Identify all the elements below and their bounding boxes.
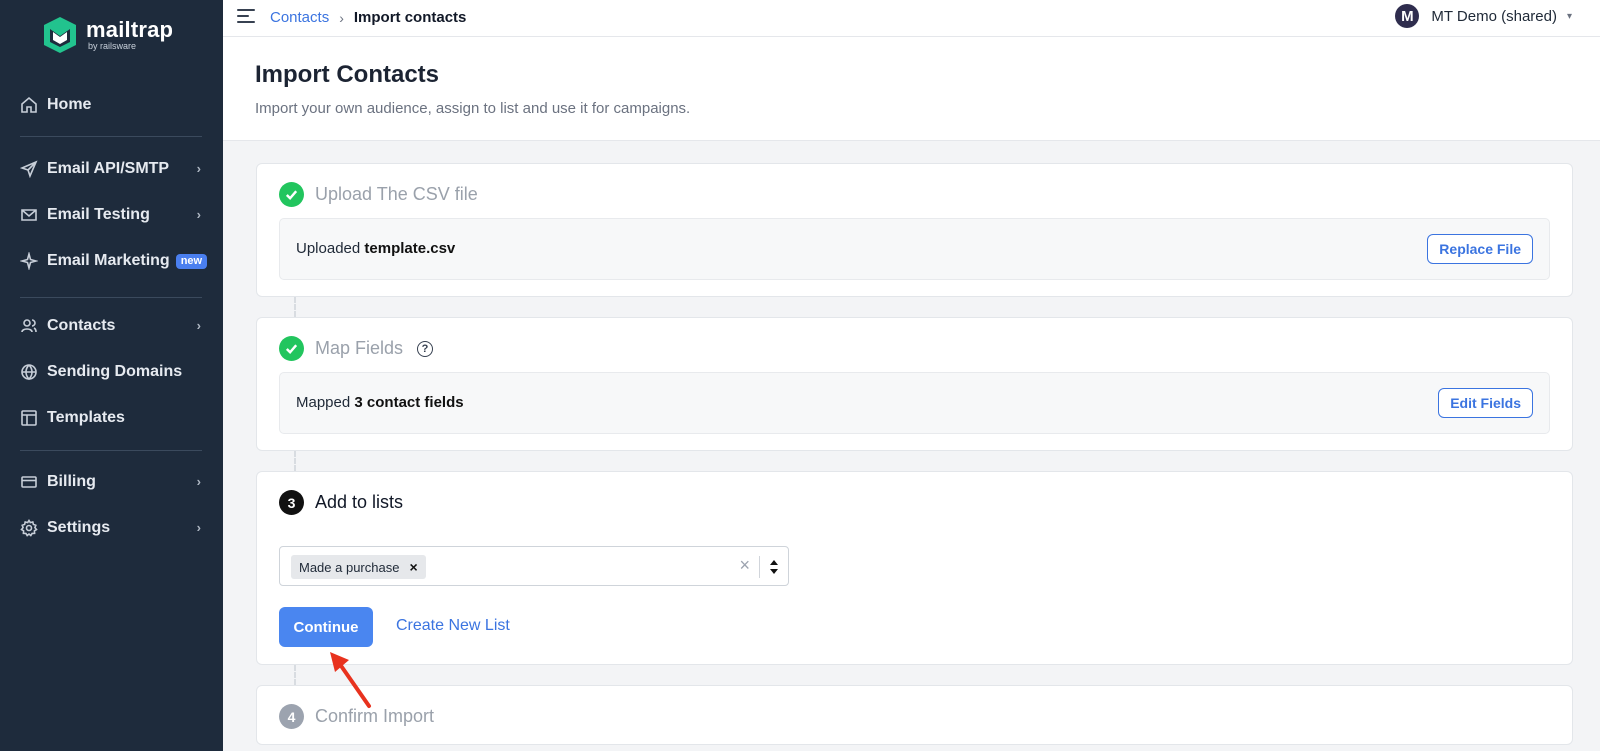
sidebar-item-billing[interactable]: Billing ›: [0, 464, 223, 500]
mail-check-icon: [20, 206, 38, 224]
lists-multiselect[interactable]: Made a purchase × ×: [279, 546, 789, 586]
continue-button[interactable]: Continue: [279, 607, 373, 647]
step-connector: [294, 297, 296, 317]
step-upload-header: Upload The CSV file: [279, 182, 478, 207]
chevron-right-icon: ›: [196, 207, 201, 222]
top-bar: Contacts › Import contacts M MT Demo (sh…: [223, 0, 1600, 37]
step-map-card: Map Fields ? Mapped 3 contact fields Edi…: [256, 317, 1573, 451]
sidebar-item-contacts[interactable]: Contacts ›: [0, 308, 223, 344]
create-new-list-link[interactable]: Create New List: [396, 617, 510, 635]
step-map-header: Map Fields ?: [279, 336, 434, 361]
sidebar-item-label: Templates: [47, 409, 125, 426]
sidebar-item-label: Settings: [47, 519, 111, 536]
step-upload-title: Upload The CSV file: [315, 184, 478, 204]
step-number-badge: 4: [279, 704, 304, 729]
breadcrumb-separator: ›: [339, 9, 344, 26]
sidebar-item-settings[interactable]: Settings ›: [0, 510, 223, 546]
sidebar-item-label: Email API/SMTP: [47, 160, 170, 177]
uploaded-file-name: template.csv: [364, 240, 456, 257]
edit-fields-button[interactable]: Edit Fields: [1438, 388, 1533, 418]
upload-status-box: Uploaded template.csv Replace File: [279, 218, 1550, 280]
step-confirm-card: 4 Confirm Import: [256, 685, 1573, 745]
step-connector: [294, 451, 296, 471]
replace-file-button[interactable]: Replace File: [1427, 234, 1533, 264]
mapped-fields-count: 3 contact fields: [354, 394, 464, 411]
sidebar-item-label: Email Testing: [47, 206, 150, 223]
sparkle-icon: [20, 252, 38, 270]
menu-icon[interactable]: [237, 9, 255, 23]
sidebar-item-label: Billing: [47, 473, 96, 490]
nav-divider: [20, 450, 202, 451]
account-name: MT Demo (shared): [1431, 7, 1557, 25]
step-lists-title: Add to lists: [315, 492, 404, 512]
check-circle-icon: [279, 182, 304, 207]
step-connector: [294, 665, 296, 685]
breadcrumb-current: Import contacts: [353, 9, 467, 26]
logo-mark-icon: [44, 17, 76, 53]
annotation-arrow-icon: [330, 652, 371, 708]
sidebar-item-email-testing[interactable]: Email Testing ›: [0, 197, 223, 233]
account-switcher[interactable]: M MT Demo (shared) ▾: [1395, 4, 1572, 28]
page-title: Import Contacts: [255, 61, 440, 88]
breadcrumb-contacts-link[interactable]: Contacts: [270, 9, 329, 26]
home-icon: [20, 96, 38, 114]
sidebar-item-home[interactable]: Home: [0, 87, 223, 123]
gear-icon: [20, 519, 38, 537]
sidebar-item-label: Home: [47, 96, 92, 113]
page-header: Import Contacts Import your own audience…: [223, 37, 1600, 141]
map-status-box: Mapped 3 contact fields Edit Fields: [279, 372, 1550, 434]
sidebar-item-label: Contacts: [47, 317, 116, 334]
sidebar-item-label: Sending Domains: [47, 363, 183, 380]
select-divider: [759, 556, 760, 578]
mailtrap-logo[interactable]: mailtrap by railsware: [42, 16, 173, 54]
sidebar-item-email-marketing[interactable]: Email Marketing new: [0, 243, 223, 279]
page-subtitle: Import your own audience, assign to list…: [255, 100, 691, 117]
chevron-right-icon: ›: [196, 474, 201, 489]
chevron-down-icon: ▾: [1566, 10, 1572, 22]
card-icon: [20, 473, 38, 491]
selected-list-chip: Made a purchase ×: [291, 555, 426, 579]
chip-label: Made a purchase: [299, 559, 400, 575]
chip-remove-icon[interactable]: ×: [409, 559, 417, 575]
step-lists-card: 3 Add to lists Made a purchase × × Conti…: [256, 471, 1573, 665]
map-status-text: Mapped 3 contact fields: [296, 394, 464, 411]
sidebar-item-email-api[interactable]: Email API/SMTP ›: [0, 151, 223, 187]
map-status-prefix: Mapped: [296, 394, 351, 411]
new-badge: new: [175, 253, 208, 269]
logo-sub: by railsware: [88, 41, 137, 51]
avatar: M: [1395, 4, 1420, 28]
send-icon: [20, 160, 38, 178]
sidebar-item-templates[interactable]: Templates: [0, 400, 223, 436]
sidebar-item-sending-domains[interactable]: Sending Domains: [0, 354, 223, 390]
nav-divider: [20, 136, 202, 137]
chevron-right-icon: ›: [196, 520, 201, 535]
sidebar-item-label: Email Marketing: [47, 252, 170, 269]
upload-status-text: Uploaded template.csv: [296, 240, 455, 257]
step-map-title: Map Fields: [315, 338, 404, 358]
help-icon[interactable]: ?: [417, 340, 434, 357]
layout-icon: [20, 409, 38, 427]
globe-icon: [20, 363, 38, 381]
chevron-right-icon: ›: [196, 318, 201, 333]
step-lists-header: 3 Add to lists: [279, 490, 403, 515]
step-upload-card: Upload The CSV file Uploaded template.cs…: [256, 163, 1573, 297]
users-icon: [20, 317, 38, 335]
upload-status-prefix: Uploaded: [296, 240, 361, 257]
chevron-right-icon: ›: [196, 161, 201, 176]
breadcrumb: Contacts › Import contacts: [270, 9, 466, 26]
nav-divider: [20, 297, 202, 298]
logo-name: mailtrap: [86, 17, 174, 42]
clear-selection-icon[interactable]: ×: [739, 555, 750, 576]
step-number-badge: 3: [279, 490, 304, 515]
sidebar: mailtrap by railsware Home Email API/SMT…: [0, 0, 223, 751]
check-circle-icon: [279, 336, 304, 361]
sort-arrows-icon[interactable]: [769, 558, 779, 576]
